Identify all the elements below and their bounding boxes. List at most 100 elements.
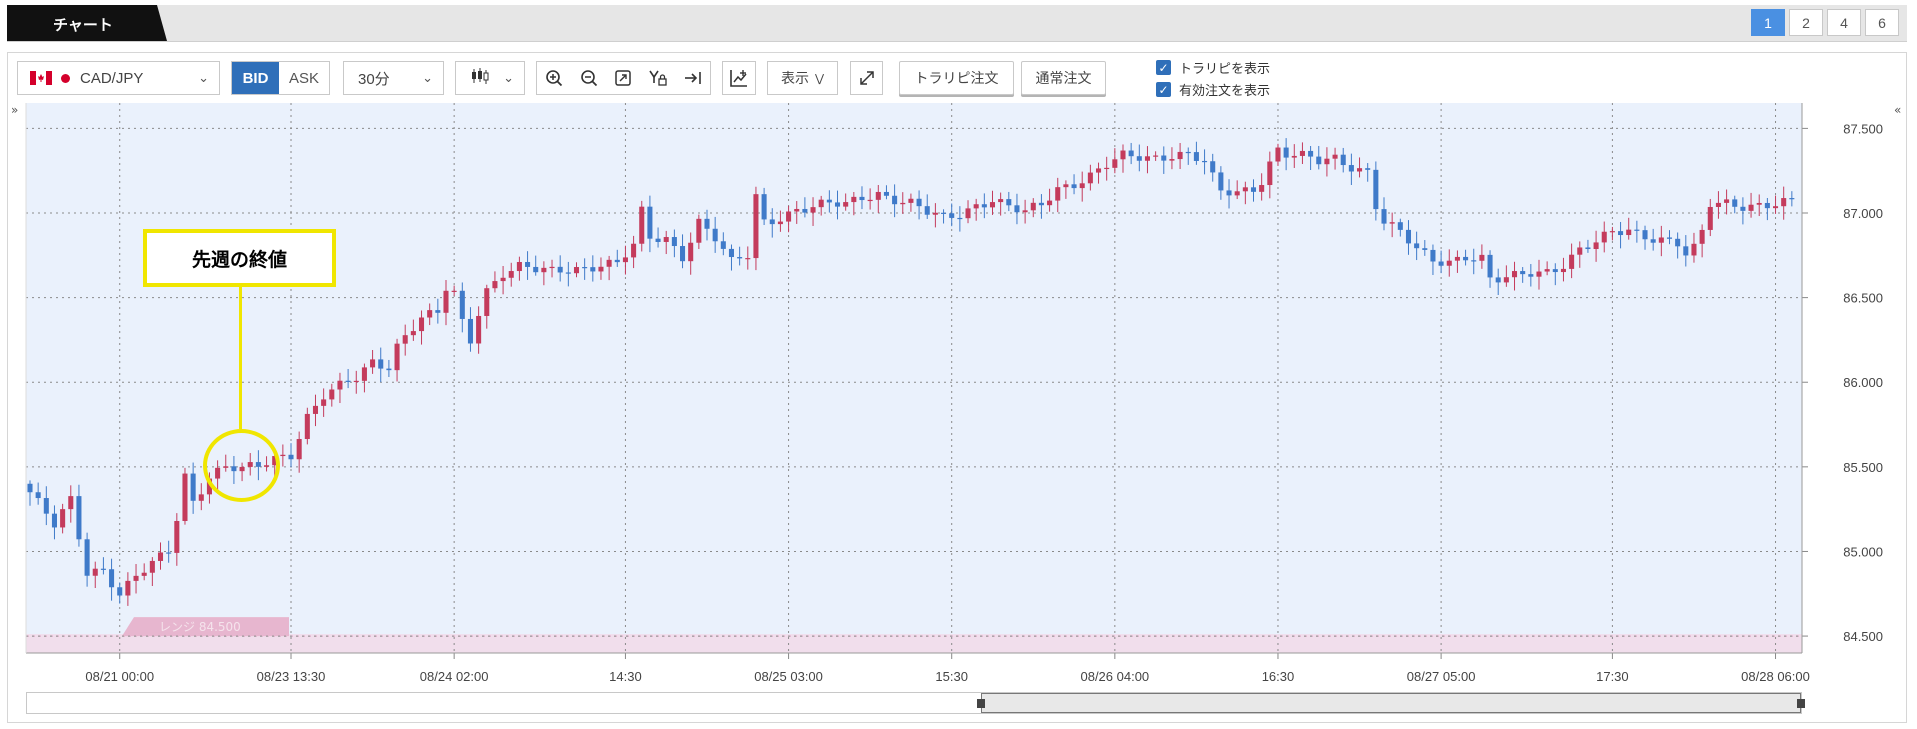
candle-body: [1740, 206, 1746, 211]
x-tick-label: 08/25 03:00: [754, 669, 823, 684]
candle-body: [1136, 156, 1142, 161]
candle-body: [427, 310, 433, 318]
candle-body: [1650, 239, 1656, 243]
candle-body: [557, 266, 563, 273]
candle-body: [1234, 191, 1240, 196]
candle-body: [43, 498, 49, 514]
x-tick-label: 08/23 13:30: [257, 669, 326, 684]
candle-body: [883, 191, 889, 196]
candle-body: [998, 199, 1004, 203]
x-tick-label: 08/26 04:00: [1080, 669, 1149, 684]
candle-body: [834, 202, 841, 207]
candle-body: [1144, 156, 1150, 161]
candle-body: [826, 199, 832, 203]
candle-body: [1128, 150, 1134, 157]
navigator-thumb[interactable]: [981, 693, 1801, 713]
candle-body: [1577, 247, 1583, 255]
candle-body: [810, 207, 816, 213]
price-chart[interactable]: レンジ 84.500 87.500 87.000 86.500 86.000 85.500…: [0, 0, 1917, 729]
candle-body: [1071, 184, 1077, 189]
candle-body: [1324, 158, 1330, 165]
candle-body: [1471, 260, 1477, 262]
candle-body: [1552, 269, 1558, 273]
x-tick-label: 14:30: [609, 669, 642, 684]
candle-body: [92, 568, 98, 576]
candle-body: [614, 259, 620, 263]
candle-body: [688, 242, 694, 262]
candle-body: [418, 317, 425, 332]
candle-body: [1585, 247, 1591, 250]
candle-body: [720, 241, 726, 249]
navigator-right-handle[interactable]: [1797, 699, 1805, 708]
candle-body: [1454, 256, 1460, 261]
candle-body: [1169, 159, 1175, 161]
candle-body: [1487, 254, 1493, 278]
candle-body: [1202, 160, 1208, 163]
candle-body: [777, 221, 783, 225]
candle-body: [1210, 161, 1216, 173]
candle-body: [157, 552, 164, 561]
candle-body: [1626, 229, 1632, 236]
candle-body: [541, 267, 547, 273]
expand-left-icon[interactable]: »: [11, 103, 18, 117]
candle-body: [345, 380, 351, 382]
candle-body: [924, 206, 930, 215]
candle-body: [753, 194, 759, 259]
y-tick-label: 87.000: [1843, 206, 1883, 221]
candle-body: [1511, 271, 1518, 278]
plot-area: [26, 103, 1802, 653]
candle-body: [1267, 161, 1273, 186]
candle-body: [1715, 202, 1721, 207]
candle-body: [410, 331, 416, 336]
candle-body: [109, 569, 115, 588]
y-tick-label: 86.500: [1843, 291, 1883, 306]
candle-body: [1348, 165, 1354, 172]
candle-body: [133, 575, 139, 581]
candle-body: [1463, 256, 1469, 261]
candle-body: [671, 237, 677, 247]
candle-body: [1707, 206, 1713, 230]
candle-body: [606, 259, 612, 267]
candle-body: [1112, 159, 1118, 168]
candle-body: [525, 261, 531, 267]
candle-body: [141, 572, 147, 576]
annotation-circle: [203, 429, 280, 502]
candle-body: [312, 405, 319, 414]
candle-body: [60, 509, 66, 528]
candle-body: [198, 494, 204, 501]
candle-body: [1691, 243, 1697, 256]
candle-body: [304, 413, 310, 440]
candle-body: [467, 318, 473, 344]
candle-body: [492, 281, 498, 289]
candle-body: [451, 290, 457, 292]
candle-body: [1397, 222, 1403, 230]
candle-body: [639, 206, 645, 244]
collapse-right-icon[interactable]: «: [1894, 103, 1901, 117]
candle-body: [321, 399, 327, 406]
candle-body: [1414, 243, 1420, 249]
candle-body: [900, 202, 906, 205]
candle-body: [1601, 231, 1607, 243]
x-tick-label: 08/27 05:00: [1407, 669, 1476, 684]
candle-body: [728, 248, 735, 258]
range-tag-label: レンジ 84.500: [159, 620, 241, 634]
annotation-leader-line: [239, 287, 242, 429]
candle-body: [1634, 229, 1640, 231]
candle-body: [598, 266, 604, 272]
x-tick-label: 08/24 02:00: [420, 669, 489, 684]
candle-body: [329, 389, 335, 400]
candle-body: [1569, 254, 1575, 269]
candle-body: [745, 258, 751, 260]
candle-body: [1773, 206, 1779, 209]
y-tick-label: 84.500: [1843, 629, 1883, 644]
candle-body: [35, 492, 41, 499]
candle-body: [370, 359, 376, 368]
candle-body: [680, 246, 686, 262]
candle-body: [1446, 260, 1452, 266]
candle-body: [443, 290, 449, 313]
candle-body: [1242, 187, 1248, 192]
candle-body: [1430, 249, 1436, 262]
candle-body: [1683, 246, 1689, 256]
candle-body: [361, 367, 367, 381]
navigator-left-handle[interactable]: [977, 699, 985, 708]
